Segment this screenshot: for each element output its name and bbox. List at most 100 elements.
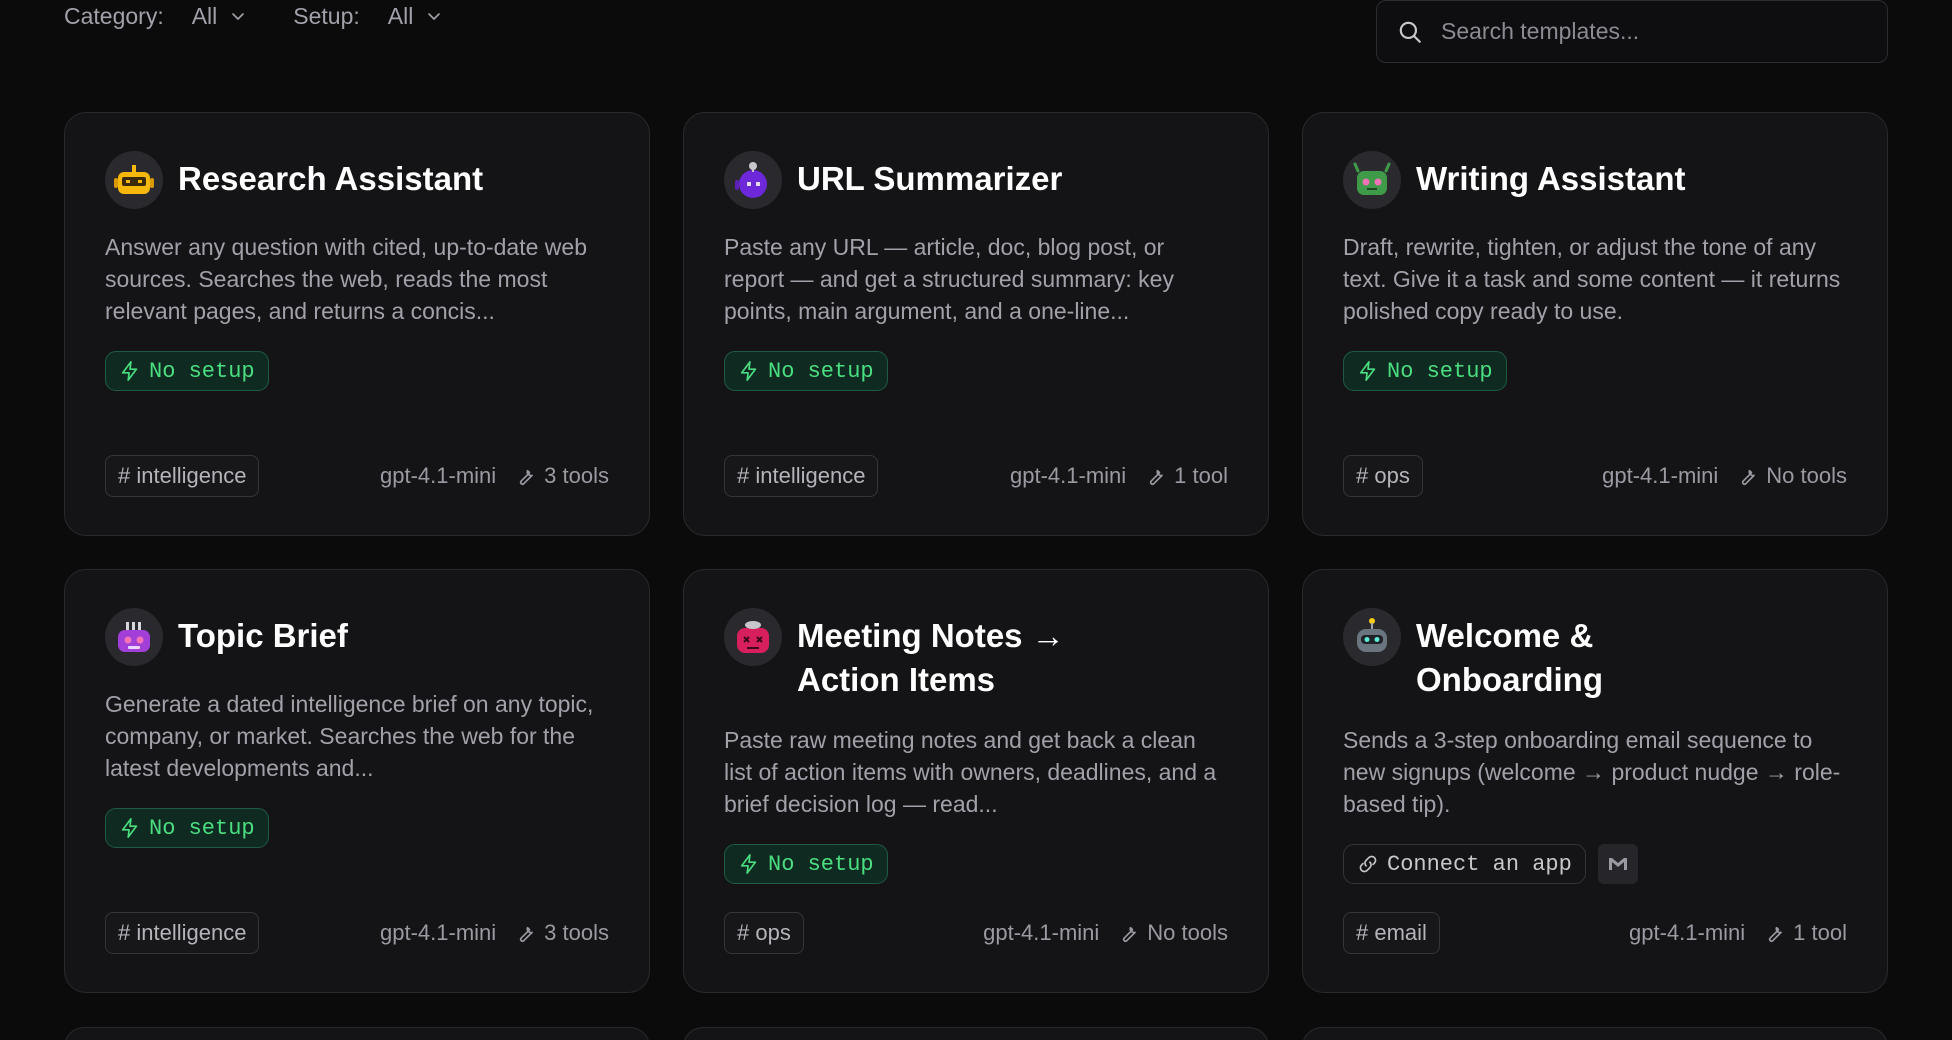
card-meta: gpt-4.1-mini 3 tools (380, 920, 609, 946)
tools-count: 1 tool (1144, 463, 1228, 489)
category-label: Category: (64, 2, 164, 29)
card-title: Topic Brief (178, 617, 348, 654)
model-name: gpt-4.1-mini (380, 920, 497, 945)
robot-avatar-icon (105, 151, 163, 209)
model-name: gpt-4.1-mini (983, 920, 1100, 945)
category-tag[interactable]: # email (1343, 912, 1440, 954)
wrench-icon (1769, 926, 1783, 942)
tools-label: 1 tool (1174, 463, 1228, 488)
template-card[interactable]: Welcome & Onboarding Sends a 3-step onbo… (1302, 569, 1888, 993)
link-icon (1359, 855, 1377, 873)
tools-count: 3 tools (514, 463, 609, 489)
card-header: URL Summarizer (724, 151, 1228, 209)
robot-avatar-icon (724, 151, 782, 209)
card-header: Meeting Notes → Action Items (724, 608, 1228, 702)
card-title: Meeting Notes → Action Items (797, 617, 1065, 698)
robot-avatar-icon (1343, 151, 1401, 209)
card-footer: # ops gpt-4.1-mini No tools (1343, 455, 1847, 497)
no-setup-badge: No setup (724, 351, 888, 391)
template-card[interactable]: Writing Assistant Draft, rewrite, tighte… (1302, 112, 1888, 536)
tools-label: No tools (1766, 463, 1847, 488)
wrench-icon (1123, 926, 1137, 942)
search-box[interactable] (1376, 0, 1888, 63)
badge-label: No setup (149, 358, 255, 384)
badge-label: No setup (1387, 358, 1493, 384)
template-card[interactable]: URL Summarizer Paste any URL — article, … (683, 112, 1269, 536)
lightning-icon (740, 361, 757, 381)
template-card[interactable]: Topic Brief Generate a dated intelligenc… (64, 569, 650, 993)
tools-label: 1 tool (1793, 920, 1847, 945)
no-setup-badge: No setup (724, 844, 888, 884)
toolbar: Category: All Setup: All (64, 0, 1888, 64)
card-header: Welcome & Onboarding (1343, 608, 1847, 702)
category-filter: Category: All (64, 3, 245, 30)
model-name: gpt-4.1-mini (1602, 463, 1719, 488)
wrench-icon (520, 926, 534, 942)
card-title: Research Assistant (178, 160, 484, 197)
card-header: Topic Brief (105, 608, 609, 666)
badge-label: No setup (149, 815, 255, 841)
no-setup-badge: No setup (105, 351, 269, 391)
robot-avatar-icon (724, 608, 782, 666)
search-icon (1399, 21, 1421, 43)
tools-count: 3 tools (514, 920, 609, 946)
lightning-icon (740, 854, 757, 874)
wrench-icon (1150, 469, 1164, 485)
category-dropdown[interactable]: All (192, 3, 246, 30)
card-description: Answer any question with cited, up-to-da… (105, 234, 587, 324)
setup-dropdown[interactable]: All (388, 3, 442, 30)
tools-label: No tools (1147, 920, 1228, 945)
category-tag[interactable]: # ops (724, 912, 804, 954)
card-description: Paste any URL — article, doc, blog post,… (724, 234, 1174, 324)
badge-label: No setup (768, 851, 874, 877)
template-card-partial[interactable] (64, 1027, 650, 1040)
card-footer: # intelligence gpt-4.1-mini 3 tools (105, 455, 609, 497)
app-connect-row: Connect an app (1343, 820, 1847, 884)
template-card[interactable]: Research Assistant Answer any question w… (64, 112, 650, 536)
card-header: Research Assistant (105, 151, 609, 209)
robot-avatar-icon (1343, 608, 1401, 666)
card-footer: # ops gpt-4.1-mini No tools (724, 912, 1228, 954)
category-tag[interactable]: # ops (1343, 455, 1423, 497)
tools-label: 3 tools (544, 463, 609, 488)
tools-count: No tools (1736, 463, 1847, 489)
robot-avatar-icon (105, 608, 163, 666)
lightning-icon (1359, 361, 1376, 381)
tools-count: No tools (1117, 920, 1228, 946)
card-footer: # intelligence gpt-4.1-mini 3 tools (105, 912, 609, 954)
card-description: Paste raw meeting notes and get back a c… (724, 727, 1217, 817)
wrench-icon (520, 469, 534, 485)
tools-count: 1 tool (1763, 920, 1847, 946)
setup-label: Setup: (293, 2, 360, 29)
setup-filter: Setup: All (293, 3, 441, 30)
card-description: Sends a 3-step onboarding email sequence… (1343, 727, 1841, 817)
card-meta: gpt-4.1-mini 3 tools (380, 463, 609, 489)
template-card[interactable]: Meeting Notes → Action Items Paste raw m… (683, 569, 1269, 993)
card-title: URL Summarizer (797, 160, 1063, 197)
category-tag[interactable]: # intelligence (105, 912, 260, 954)
wrench-icon (1742, 469, 1756, 485)
card-description: Draft, rewrite, tighten, or adjust the t… (1343, 234, 1841, 324)
category-tag[interactable]: # intelligence (105, 455, 260, 497)
no-setup-badge: No setup (1343, 351, 1507, 391)
connect-label: Connect an app (1387, 851, 1572, 877)
template-card-partial[interactable] (1302, 1027, 1888, 1040)
lightning-icon (121, 818, 138, 838)
setup-value: All (387, 2, 414, 29)
template-card-partial[interactable] (683, 1027, 1269, 1040)
card-title: Writing Assistant (1416, 160, 1686, 197)
search-input[interactable] (1441, 18, 1861, 45)
model-name: gpt-4.1-mini (1629, 920, 1746, 945)
category-tag[interactable]: # intelligence (724, 455, 879, 497)
tools-label: 3 tools (544, 920, 609, 945)
gmail-icon (1597, 844, 1638, 884)
card-meta: gpt-4.1-mini 1 tool (1010, 463, 1228, 489)
card-meta: gpt-4.1-mini No tools (983, 920, 1228, 946)
card-header: Writing Assistant (1343, 151, 1847, 209)
badge-label: No setup (768, 358, 874, 384)
connect-app-button[interactable]: Connect an app (1343, 844, 1586, 884)
chevron-down-icon (428, 13, 441, 20)
card-meta: gpt-4.1-mini 1 tool (1629, 920, 1847, 946)
filters: Category: All Setup: All (64, 3, 489, 30)
card-description: Generate a dated intelligence brief on a… (105, 691, 594, 781)
